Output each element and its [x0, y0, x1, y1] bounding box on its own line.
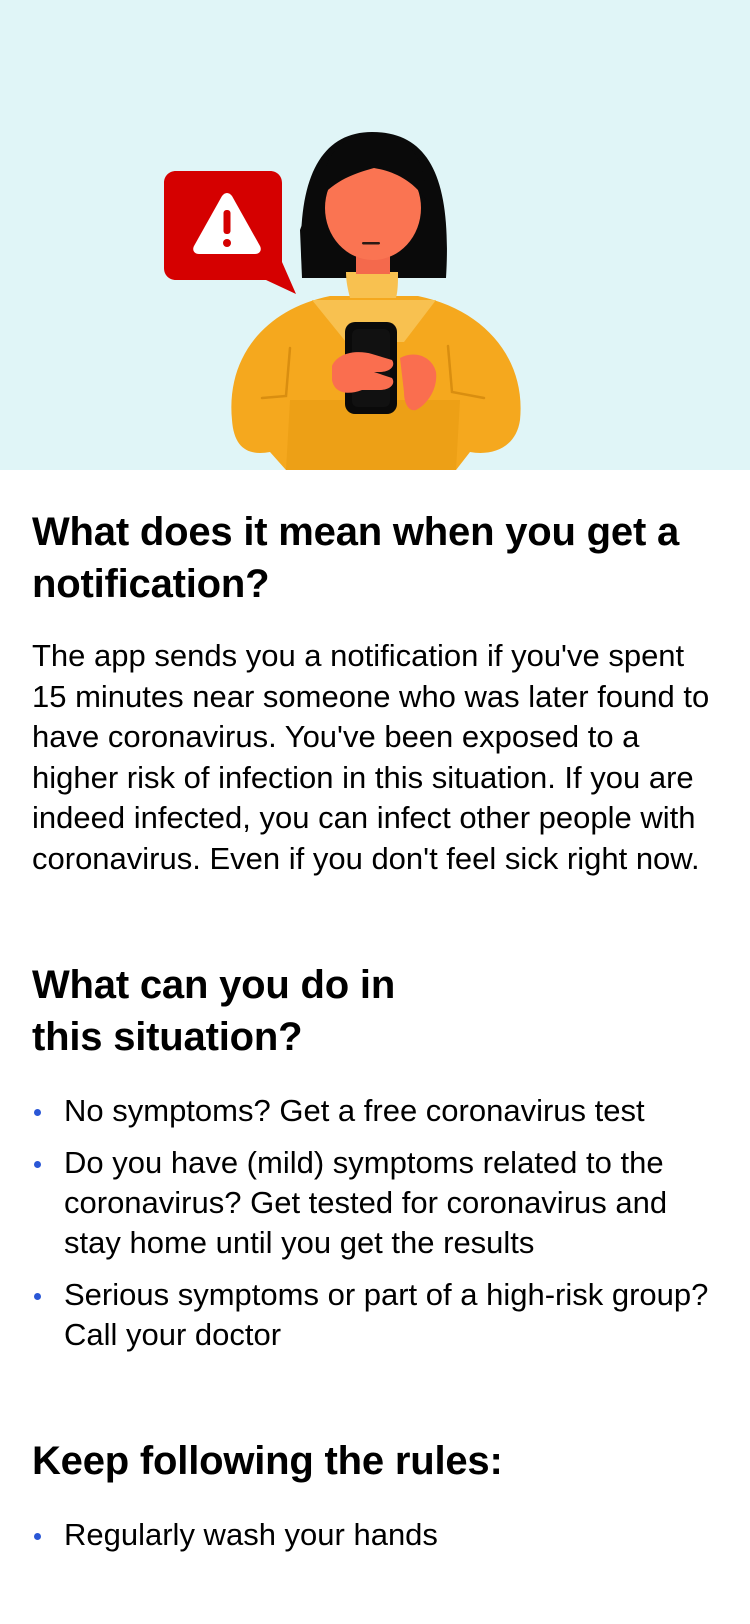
list-item-text: Serious symptoms or part of a high-risk …	[64, 1277, 709, 1352]
list-item: Do you have (mild) symptoms related to t…	[32, 1143, 722, 1263]
bullet-icon	[34, 1293, 41, 1300]
list-item: Serious symptoms or part of a high-risk …	[32, 1275, 722, 1355]
list-item-text: No symptoms? Get a free coronavirus test	[64, 1093, 645, 1128]
person-with-phone-illustration	[164, 132, 521, 470]
bullet-icon	[34, 1109, 41, 1116]
what-to-do-list: No symptoms? Get a free coronavirus test…	[32, 1091, 722, 1355]
bullet-icon	[34, 1161, 41, 1168]
list-item: No symptoms? Get a free coronavirus test	[32, 1091, 722, 1131]
section-title-what-to-do: What can you do in this situation?	[32, 963, 396, 1059]
list-item: Regularly wash your hands	[32, 1515, 722, 1555]
section-title-rules: Keep following the rules:	[32, 1439, 503, 1483]
info-content: What does it mean when you get a notific…	[32, 470, 722, 1567]
list-item-text: Do you have (mild) symptoms related to t…	[64, 1145, 668, 1260]
bullet-icon	[34, 1533, 41, 1540]
rules-list: Regularly wash your hands	[32, 1515, 722, 1555]
list-item-text: Regularly wash your hands	[64, 1517, 438, 1552]
warning-icon	[164, 171, 296, 294]
notification-explanation-text: The app sends you a notification if you'…	[32, 638, 710, 876]
section-title-notification: What does it mean when you get a notific…	[32, 510, 680, 606]
hero-illustration	[0, 0, 750, 470]
